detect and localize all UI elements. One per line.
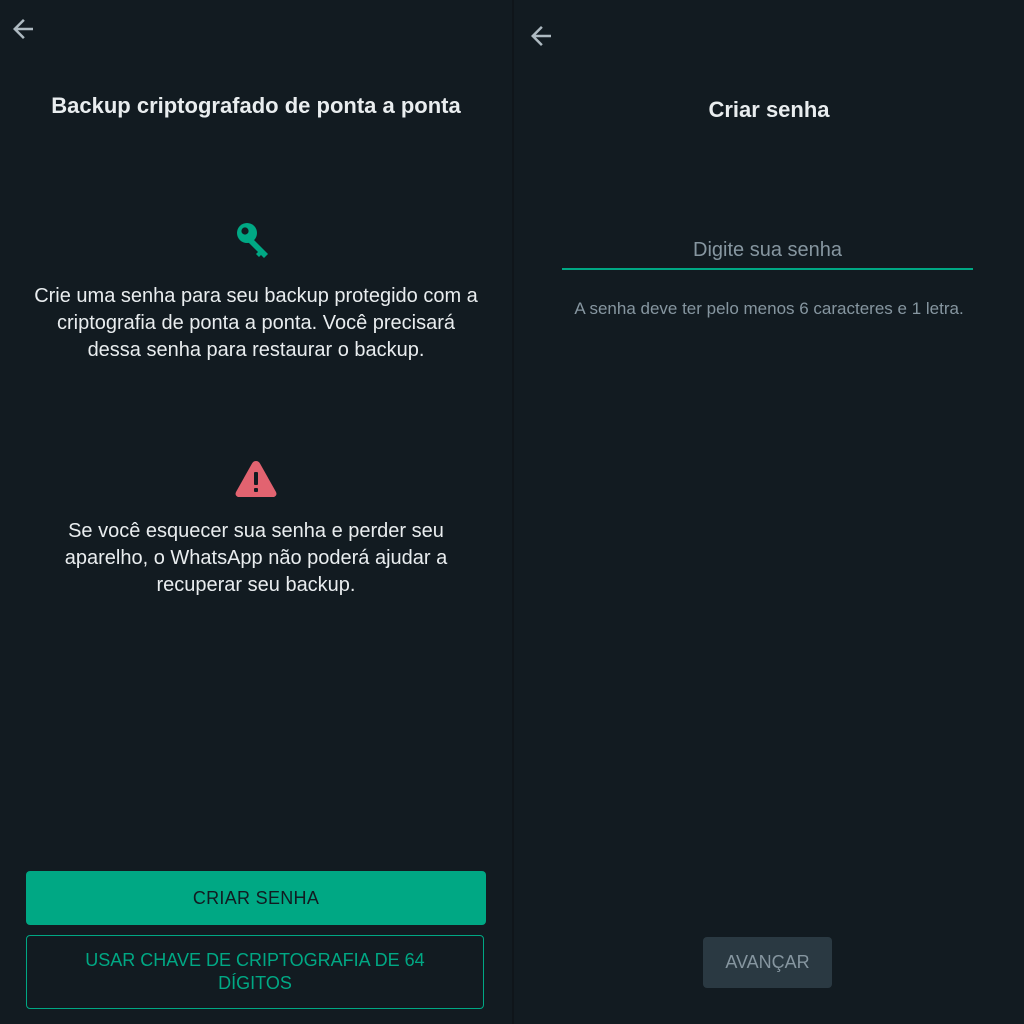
key-icon (230, 218, 280, 264)
page-title: Criar senha (708, 97, 830, 122)
warning-triangle-icon (230, 456, 282, 502)
next-button[interactable]: AVANÇAR (703, 937, 832, 988)
use-64-digit-key-button[interactable]: USAR CHAVE DE CRIPTOGRAFIA DE 64 DÍGITOS (26, 935, 484, 1009)
password-input[interactable] (562, 232, 973, 270)
warning-text: Se você esquecer sua senha e perder seu … (64, 520, 448, 596)
create-password-screen: Criar senha A senha deve ter pelo menos … (514, 0, 1024, 1024)
intro-text: Crie uma senha para seu backup protegido… (34, 285, 478, 361)
page-title: Backup criptografado de ponta a ponta (51, 93, 461, 118)
create-password-button[interactable]: CRIAR SENHA (26, 871, 486, 925)
arrow-back-icon[interactable] (526, 21, 556, 51)
backup-intro-screen: Backup criptografado de ponta a ponta Cr… (0, 0, 512, 1024)
arrow-back-icon[interactable] (8, 14, 38, 44)
password-hint: A senha deve ter pelo menos 6 caracteres… (574, 299, 964, 318)
